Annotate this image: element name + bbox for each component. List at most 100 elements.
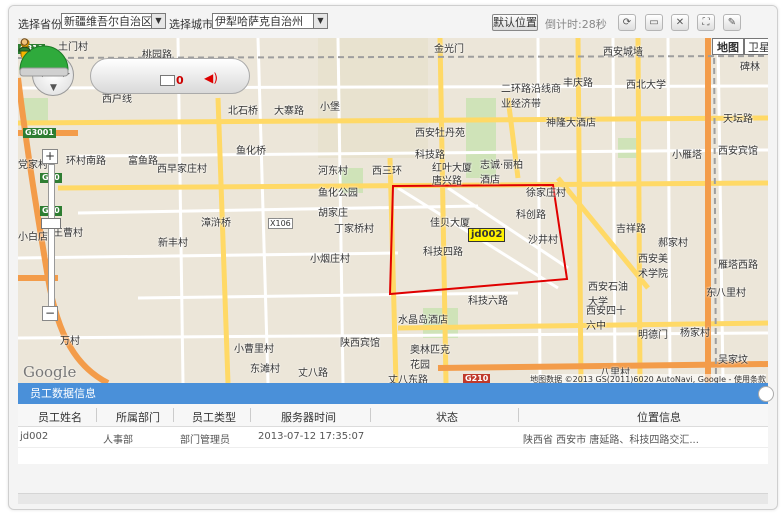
map-label: 丈八路 [298,368,328,379]
province-select[interactable]: 新疆维吾尔自治区 ▼ [61,13,166,29]
panel-title-bar: 员工数据信息 [18,383,774,404]
column-header[interactable]: 员工姓名 [38,409,82,425]
province-label: 选择省份: [18,18,66,31]
tools-icon[interactable]: ✕ [671,14,689,31]
cell-department: 人事部 [103,435,133,446]
cell-name: jd002 [20,431,49,442]
map-label: 西北大学 [626,80,666,91]
column-header[interactable]: 状态 [436,409,458,425]
province-select-value: 新疆维吾尔自治区 [64,15,152,28]
map-label: 东八里村 [706,288,746,299]
map-label: 小堡 [320,102,340,113]
map-label: 吴家坟 [718,355,748,366]
map-label: 西安牡丹苑 [415,128,465,139]
refresh-icon[interactable]: ⟳ [618,14,636,31]
map-label: 漳浒桥 [201,218,231,229]
city-select-value: 伊犁哈萨克自治州 [215,15,303,28]
map-label: 沙井村 [528,235,558,246]
employee-marker-label[interactable]: jd002 [468,228,506,242]
column-header[interactable]: 服务器时间 [281,409,336,425]
city-label: 选择城市: [169,18,217,31]
map-view[interactable]: 土门村 桃园路 金光门 西安城墙 丰庆路 二环路沿线商业经济带 西北大学 碑林 … [18,38,768,383]
app-frame: 选择省份: 新疆维吾尔自治区 ▼ 选择城市: 伊犁哈萨克自治州 ▼ 默认位置 倒… [8,5,778,510]
mail-icon[interactable] [160,75,175,86]
map-label: 西三环 [372,166,402,177]
panel-footer [18,493,768,504]
map-label: 陕西宾馆 [340,338,380,349]
message-count: 0 [176,74,184,87]
map-label: 西安宾馆 [718,146,758,157]
city-select[interactable]: 伊犁哈萨克自治州 ▼ [212,13,328,29]
chevron-down-icon: ▼ [313,14,327,28]
map-label: 二环路沿线商业经济带 [501,84,561,110]
map-label: 科技四路 [423,247,463,258]
map-label: 佳贝大厦 [430,218,470,229]
chevron-down-icon: ▼ [151,14,165,28]
map-label: 新丰村 [158,238,188,249]
map-label: 小雁塔 [672,150,702,161]
cell-server-time: 2013-07-12 17:35:07 [258,431,365,442]
map-label: 鱼化桥 [236,146,266,157]
map-label: X106 [268,218,293,229]
map-label: 西早家庄村 [157,164,207,175]
panel-title: 员工数据信息 [30,387,96,400]
map-label: 丰庆路 [563,78,593,89]
employee-marker-icon[interactable] [18,38,31,52]
map-type-map-button[interactable]: 地图 [712,38,744,55]
map-label: 徐家庄村 [526,188,566,199]
map-label: 杨家村 [680,328,710,339]
map-label: 鱼化公园 [318,188,358,199]
map-label: 东滩村 [250,364,280,375]
map-label: 科技六路 [468,296,508,307]
speaker-icon[interactable]: ◀) [204,71,218,85]
chat-icon[interactable]: ▭ [645,14,663,31]
map-label: 大寨路 [274,106,304,117]
zoom-in-button[interactable]: + [42,149,58,164]
default-position-button[interactable]: 默认位置 [492,14,538,31]
map-type-satellite-button[interactable]: 卫星 [744,38,768,55]
column-header[interactable]: 员工类型 [192,409,236,425]
chevron-down-icon[interactable]: ▼ [50,83,57,93]
cell-type: 部门管理员 [180,435,230,446]
map-label: 环村南路 [66,156,106,167]
map-label: 明德门 [638,330,668,341]
cell-location: 陕西省 西安市 唐延路、科技四路交汇... [523,435,699,446]
map-label: 胡家庄 [318,208,348,219]
pin-icon[interactable]: ✎ [723,14,741,31]
column-header[interactable]: 所属部门 [116,409,160,425]
panel-toggle-icon[interactable] [758,386,774,402]
map-label: 天坛路 [723,114,753,125]
map-label: 神隆大酒店 [546,118,596,129]
table-header: 员工姓名 所属部门 员工类型 服务器时间 状态 位置信息 [18,404,768,427]
map-label: 万村 [60,336,80,347]
fullscreen-icon[interactable]: ⛶ [697,14,715,31]
map-label: 西安城墙 [603,47,643,58]
map-copyright[interactable]: 地图数据 ©2013 GS(2011)6020 AutoNavi, Google… [530,374,766,383]
map-label: 吉祥路 [616,224,646,235]
map-label: 北石桥 [228,106,258,117]
table-row[interactable]: jd002 人事部 部门管理员 2013-07-12 17:35:07 陕西省 … [18,427,768,448]
map-label: 丁家桥村 [334,224,374,235]
map-label: 河东村 [318,166,348,177]
map-label: 小烟庄村 [310,254,350,265]
map-label: 富鱼路 [128,156,158,167]
map-label: 志诚·丽柏酒店 [480,160,524,186]
google-logo: Google [23,363,77,381]
map-label: 丈八东路 [388,375,428,383]
zoom-out-button[interactable]: − [42,306,58,321]
map-label: 西安美术学院 [638,254,668,280]
map-label: 金光门 [434,44,464,55]
map-label: 郝家村 [658,238,688,249]
map-label: 雁塔西路 [718,260,758,271]
zoom-slider-track[interactable] [48,164,55,316]
map-label: 唐兴路 [432,176,462,187]
map-label: 西安四十六中 [586,306,626,332]
zoom-slider-handle[interactable] [41,218,61,229]
map-label: 科创路 [516,210,546,221]
column-header[interactable]: 位置信息 [637,409,681,425]
toolbar: 选择省份: 新疆维吾尔自治区 ▼ 选择城市: 伊犁哈萨克自治州 ▼ 默认位置 倒… [9,6,777,38]
map-label: 奥林匹克花园 [410,345,450,371]
employee-table: 员工姓名 所属部门 员工类型 服务器时间 状态 位置信息 jd002 人事部 部… [18,404,768,464]
road-sign: G3001 [23,128,56,138]
countdown-text: 倒计时:28秒 [545,18,607,31]
